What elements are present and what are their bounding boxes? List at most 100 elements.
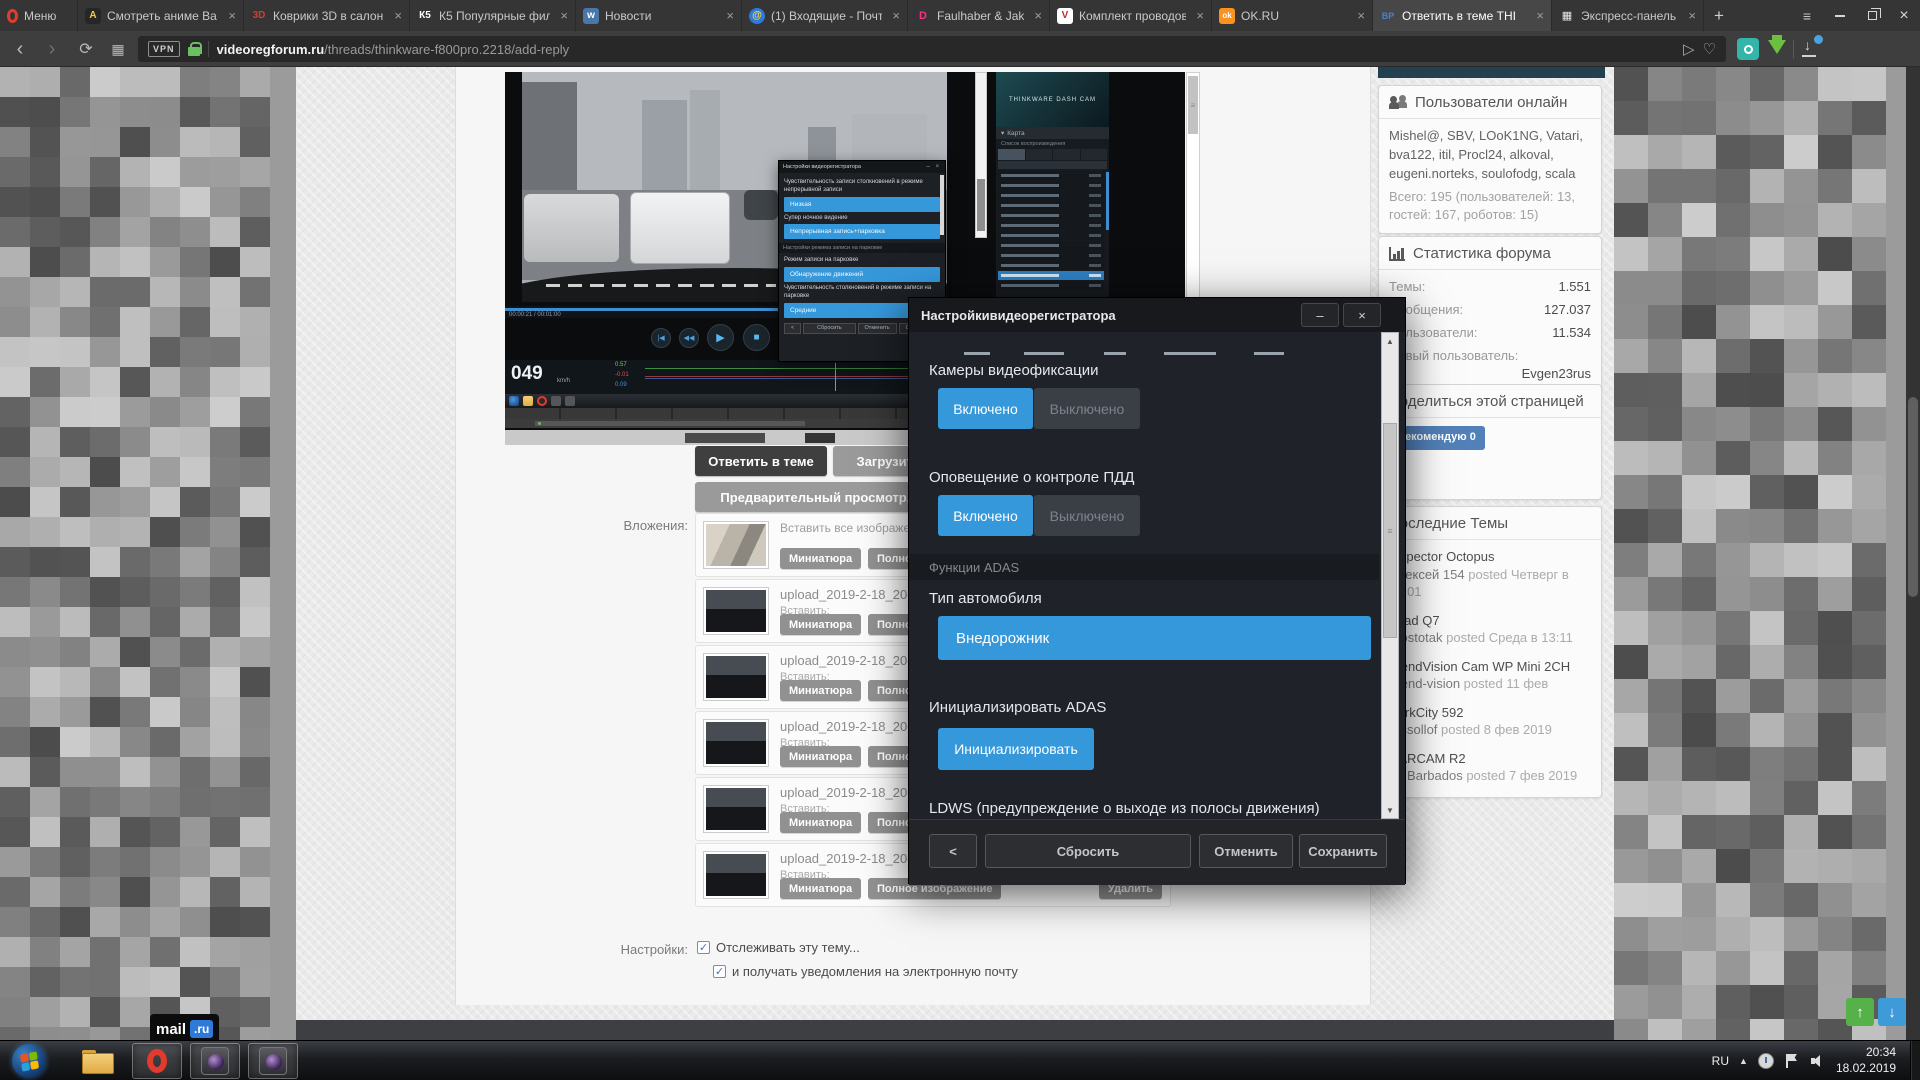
scrollbar-down-icon[interactable]: ▼ — [1382, 802, 1398, 818]
stop-icon: ■ — [743, 324, 770, 351]
minimize-button[interactable] — [1824, 0, 1856, 31]
recent-topic[interactable]: TrendVision Cam WP Mini 2CH Trend-vision… — [1379, 653, 1601, 699]
restore-button[interactable] — [1856, 0, 1888, 31]
cameras-on-toggle[interactable]: Включено — [938, 388, 1033, 429]
thumbnail-button[interactable]: Миниатюра — [780, 746, 861, 767]
back-icon[interactable]: ‹ — [6, 31, 34, 67]
show-desktop-button[interactable] — [1910, 1041, 1920, 1080]
tab-close-icon[interactable]: × — [1688, 8, 1696, 23]
attachment-thumbnail[interactable] — [703, 851, 769, 899]
taskbar-clock[interactable]: 20:34 18.02.2019 — [1836, 1045, 1896, 1076]
online-users-list[interactable]: Mishel@, SBV, LOoK1NG, Vatari, bva122, i… — [1389, 127, 1591, 184]
recent-topic[interactable]: CARCAM R2 mr.Barbados posted 7 фев 2019 — [1379, 745, 1601, 791]
tab-kovriki[interactable]: 3D Коврики 3D в салон × — [244, 0, 410, 31]
tab-anime[interactable]: A Смотреть аниме Ва × — [78, 0, 244, 31]
recent-topic[interactable]: Inspector Octopus Алексей 154 posted Чет… — [1379, 543, 1601, 607]
dialog-close-button[interactable]: × — [1343, 303, 1381, 327]
new-tab-button[interactable]: + — [1704, 0, 1734, 31]
thumbnail-button[interactable]: Миниатюра — [780, 548, 861, 569]
thumbnail-button[interactable]: Миниатюра — [780, 878, 861, 899]
scroll-to-bottom-button[interactable]: ↓ — [1878, 998, 1906, 1026]
deezer-icon: D — [915, 8, 931, 24]
email-notify-option[interactable]: ✓ и получать уведомления на электронную … — [713, 964, 1018, 979]
attachment-thumbnail[interactable] — [703, 521, 769, 569]
forward-icon[interactable]: › — [38, 31, 66, 67]
taskbar-opera-button[interactable] — [132, 1043, 182, 1079]
recent-topic[interactable]: ParkCity 592 rassollof posted 8 фев 2019 — [1379, 699, 1601, 745]
tab-close-icon[interactable]: × — [394, 8, 402, 23]
card-header: Пользователи онлайн — [1379, 86, 1601, 119]
action-center-flag-icon[interactable] — [1784, 1053, 1800, 1069]
dialog-scrollbar[interactable]: ▲ ≡ ▼ — [1381, 332, 1399, 819]
traffic-alert-on-toggle[interactable]: Включено — [938, 495, 1033, 536]
traffic-alert-off-toggle[interactable]: Выключено — [1034, 495, 1140, 536]
tab-deezer[interactable]: D Faulhaber & Jake Re × — [908, 0, 1050, 31]
tab-close-icon[interactable]: × — [1034, 8, 1042, 23]
url-text[interactable]: videoregforum.ru/threads/thinkware-f800p… — [217, 42, 1675, 57]
page-scrollbar[interactable] — [1906, 67, 1920, 1040]
thumbnail-button[interactable]: Миниатюра — [780, 680, 861, 701]
recent-topic[interactable]: Iroad Q7 prostotak posted Среда в 13:11 — [1379, 607, 1601, 653]
email-notify-checkbox[interactable]: ✓ — [713, 965, 726, 978]
reload-icon[interactable]: ⟳ — [72, 31, 100, 67]
tray-expand-icon[interactable]: ▲ — [1739, 1056, 1748, 1066]
dialog-save-button[interactable]: Сохранить — [1299, 834, 1387, 868]
attachment-thumbnail[interactable] — [703, 653, 769, 701]
send-to-device-icon[interactable]: ▷ — [1683, 40, 1695, 58]
thumbnail-button[interactable]: Миниатюра — [780, 812, 861, 833]
reply-button[interactable]: Ответить в теме — [695, 446, 827, 476]
tab-close-icon[interactable]: × — [726, 8, 734, 23]
language-indicator[interactable]: RU — [1712, 1054, 1729, 1068]
g-z-value: 0.09 — [615, 382, 627, 388]
volume-icon[interactable] — [1810, 1053, 1826, 1069]
attachment-thumbnail[interactable] — [703, 785, 769, 833]
adas-init-button[interactable]: Инициализировать — [938, 728, 1094, 770]
users-icon — [1389, 96, 1407, 109]
dialog-back-button[interactable]: < — [929, 834, 977, 868]
bookmark-heart-icon[interactable]: ♡ — [1703, 40, 1716, 58]
tab-k5-films[interactable]: К5 К5 Популярные фильм × — [410, 0, 576, 31]
taskbar-explorer-button[interactable] — [72, 1043, 122, 1079]
thinkware-panel: THINKWARE DASH CAM ▾ Карта Список воспро… — [996, 72, 1109, 302]
tab-close-icon[interactable]: × — [560, 8, 568, 23]
tab-close-icon[interactable]: × — [1196, 8, 1204, 23]
tab-forum-reply-active[interactable]: BP Ответить в теме THI × — [1373, 0, 1552, 31]
scroll-to-top-button[interactable]: ↑ — [1846, 998, 1874, 1026]
tab-menu-icon[interactable]: ≡ — [1790, 0, 1824, 31]
dialog-minimize-button[interactable]: – — [1301, 303, 1339, 327]
tab-close-icon[interactable]: × — [228, 8, 236, 23]
dialog-reset-button[interactable]: Сбросить — [985, 834, 1191, 868]
address-bar[interactable]: VPN videoregforum.ru/threads/thinkware-f… — [138, 36, 1726, 62]
extension-lightbulb-icon[interactable] — [1737, 38, 1759, 60]
taskbar-dashcam-viewer-button[interactable] — [190, 1043, 240, 1079]
start-button[interactable] — [12, 1044, 46, 1078]
taskbar-dashcam-viewer2-button[interactable] — [248, 1043, 298, 1079]
tab-vk-news[interactable]: w Новости × — [576, 0, 742, 31]
tab-opera-menu[interactable]: Меню — [0, 0, 78, 31]
attachment-thumbnail[interactable] — [703, 719, 769, 767]
watch-topic-option[interactable]: ✓ Отслеживать эту тему... — [697, 940, 860, 955]
close-window-button[interactable]: × — [1888, 0, 1920, 31]
preview-button[interactable]: Предварительный просмотр... — [695, 482, 943, 512]
tab-okru[interactable]: ok OK.RU × — [1212, 0, 1373, 31]
newest-user[interactable]: Evgen23rus — [1389, 365, 1591, 384]
tab-wires-kit[interactable]: V Комплект проводов × — [1050, 0, 1212, 31]
car-type-button[interactable]: Внедорожник — [938, 616, 1371, 660]
speed-dial-grid-icon[interactable]: ▦ — [104, 31, 132, 67]
attachment-thumbnail[interactable] — [703, 587, 769, 635]
tab-close-icon[interactable]: × — [1357, 8, 1365, 23]
tab-close-icon[interactable]: × — [892, 8, 900, 23]
tab-speed-dial[interactable]: ▦ Экспресс-панель × — [1552, 0, 1704, 31]
scrollbar-up-icon[interactable]: ▲ — [1382, 333, 1398, 349]
dialog-cancel-button[interactable]: Отменить — [1199, 834, 1293, 868]
extension-savefrom-icon[interactable] — [1768, 40, 1786, 54]
tray-app-icon[interactable] — [1758, 1053, 1774, 1069]
secure-lock-icon[interactable] — [188, 42, 200, 56]
thumbnail-button[interactable]: Миниатюра — [780, 614, 861, 635]
tab-close-icon[interactable]: × — [1536, 8, 1544, 23]
watch-topic-checkbox[interactable]: ✓ — [697, 941, 710, 954]
scrollbar-thumb[interactable]: ≡ — [1383, 423, 1397, 638]
tab-mail-inbox[interactable]: @ (1) Входящие - Почт × — [742, 0, 908, 31]
vpn-badge[interactable]: VPN — [148, 41, 180, 57]
cameras-off-toggle[interactable]: Выключено — [1034, 388, 1140, 429]
